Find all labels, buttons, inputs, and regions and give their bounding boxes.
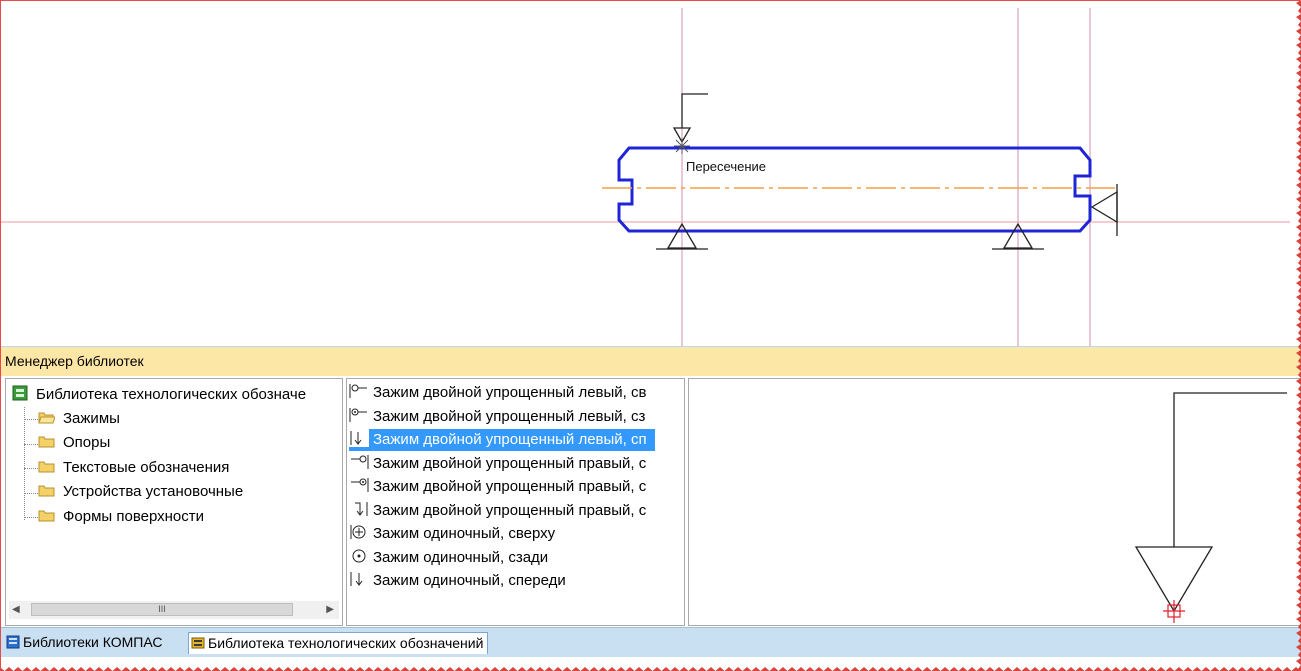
list-item[interactable]: Зажим одиночный, спереди [349, 570, 574, 592]
clamp-double-right-icon [351, 478, 369, 492]
preview-svg [1134, 392, 1287, 623]
list-item[interactable]: Зажим двойной упрощенный правый, с [349, 500, 654, 522]
tab-label: Библиотеки КОМПАС [23, 634, 163, 650]
list-item-label: Зажим одиночный, спереди [373, 572, 566, 589]
scroll-thumb[interactable]: III [31, 603, 293, 616]
list-item-selected[interactable]: Зажим двойной упрощенный левый, сп [349, 429, 655, 451]
clamp-symbol[interactable] [672, 93, 708, 144]
list-item[interactable]: Зажим двойной упрощенный правый, с [349, 476, 654, 498]
list-item[interactable]: Зажим двойной упрощенный левый, сз [349, 406, 653, 428]
tree-connector [24, 407, 25, 520]
tree-item-label: Текстовые обозначения [63, 459, 230, 476]
drawing-canvas[interactable]: Пересечение [0, 0, 1301, 346]
list-item[interactable]: Зажим одиночный, сверху [349, 523, 563, 545]
tree-connector [24, 419, 38, 420]
tree-item-label: Формы поверхности [63, 508, 205, 525]
clamp-double-left-icon [349, 408, 367, 422]
symbol-preview-panel [688, 378, 1301, 626]
tree-item-label: Опоры [63, 434, 111, 451]
torn-edge-bottom [0, 667, 1301, 671]
tab-tech-library[interactable]: Библиотека технологических обозначений [188, 632, 489, 654]
clamp-single-front-icon [350, 572, 363, 586]
tree-root-item[interactable]: Библиотека технологических обозначе [12, 384, 306, 406]
list-item-label: Зажим двойной упрощенный левый, сз [373, 408, 646, 425]
list-item-label: Зажим двойной упрощенный правый, с [373, 478, 647, 495]
tab-kompas-libraries[interactable]: Библиотеки КОМПАС [6, 632, 163, 653]
tree-connector [24, 517, 38, 518]
library-book-icon [12, 385, 28, 401]
library-manager-header: Менеджер библиотек [0, 346, 1301, 376]
clamp-double-left-icon [349, 384, 367, 398]
list-item[interactable]: Зажим одиночный, сзади [349, 547, 556, 569]
list-item-label: Зажим двойной упрощенный правый, с [373, 502, 647, 519]
list-item[interactable]: Зажим двойной упрощенный правый, с [349, 453, 654, 475]
tree-connector [24, 468, 38, 469]
insertion-point-icon [1163, 600, 1185, 623]
symbol-list-panel[interactable]: Зажим двойной упрощенный левый, св Зажим… [346, 378, 685, 626]
folder-icon [38, 485, 55, 497]
list-item-label: Зажим одиночный, сверху [373, 525, 556, 542]
tree-item-text-symbols[interactable]: Текстовые обозначения [38, 457, 229, 479]
list-item[interactable]: Зажим двойной упрощенный левый, св [349, 382, 655, 404]
tree-item-opory[interactable]: Опоры [38, 432, 110, 454]
tree-connector [24, 493, 38, 494]
list-item-label: Зажим двойной упрощенный левый, св [373, 384, 647, 401]
support-symbol-right[interactable] [1090, 184, 1118, 236]
scroll-right-arrow-icon[interactable]: ▶ [326, 604, 334, 615]
tree-item-surface-forms[interactable]: Формы поверхности [38, 506, 204, 528]
intersection-label: Пересечение [686, 159, 766, 174]
library-manager-title: Менеджер библиотек [5, 353, 144, 369]
folder-icon [38, 461, 55, 473]
clamp-single-back-icon [352, 549, 366, 563]
tab-label: Библиотека технологических обозначений [208, 635, 484, 651]
tree-item-label: Зажимы [63, 410, 120, 427]
horizontal-scrollbar[interactable]: ◀ III ▶ [9, 601, 339, 619]
list-item-label: Зажим двойной упрощенный левый, сп [373, 431, 647, 448]
list-item-label: Зажим одиночный, сзади [373, 549, 549, 566]
tree-connector [24, 444, 38, 445]
clamp-double-right-front-icon [355, 502, 368, 516]
kompas-library-icon [6, 635, 20, 649]
tech-library-icon [191, 637, 205, 649]
tree-item-installation-devices[interactable]: Устройства установочные [38, 481, 243, 503]
tree-item-zazhimy[interactable]: Зажимы [38, 408, 120, 430]
intersection-cursor-icon [674, 138, 690, 154]
clamp-double-left-front-icon [349, 429, 369, 447]
folder-icon [38, 436, 55, 448]
folder-open-icon [38, 412, 55, 424]
library-tree-panel[interactable]: Библиотека технологических обозначе Зажи… [5, 378, 343, 626]
torn-edge-right [1296, 0, 1301, 671]
tree-item-label: Устройства установочные [63, 483, 244, 500]
scroll-left-arrow-icon[interactable]: ◀ [12, 604, 20, 615]
clamp-double-right-icon [351, 455, 369, 469]
library-tab-bar: Библиотеки КОМПАС Библиотека технологиче… [0, 627, 1301, 657]
drawing-svg[interactable]: Пересечение [0, 0, 1301, 346]
list-item-label: Зажим двойной упрощенный правый, с [373, 455, 647, 472]
folder-icon [38, 510, 55, 522]
clamp-single-top-icon [350, 525, 366, 539]
tree-root-label: Библиотека технологических обозначе [36, 386, 307, 403]
